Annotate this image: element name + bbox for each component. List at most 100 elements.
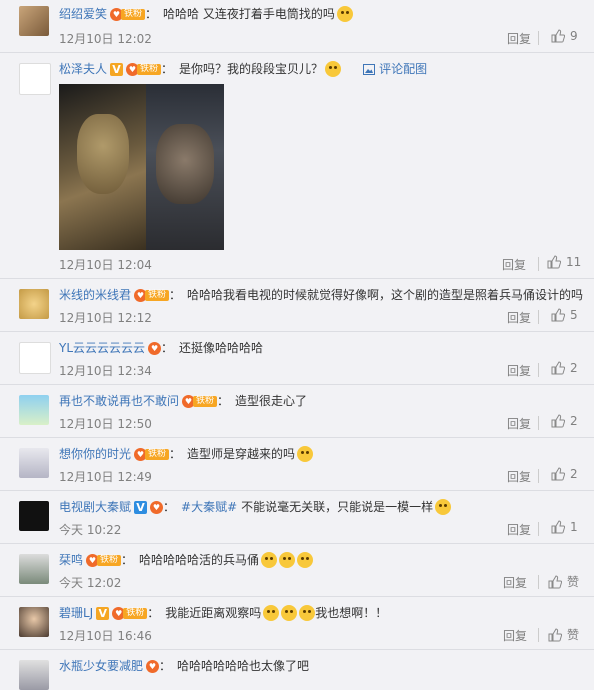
doge-emoji-icon <box>336 6 353 22</box>
heart-icon: ♥ <box>146 659 160 673</box>
comment-text: 造型师是穿越来的吗 <box>187 447 296 461</box>
avatar[interactable] <box>19 554 49 584</box>
fan-badge: ♥ <box>148 341 162 355</box>
heart-icon: ♥ <box>150 500 164 514</box>
timestamp: 今天 12:02 <box>59 576 122 590</box>
username[interactable]: 米线的米线君 <box>59 287 131 303</box>
username[interactable]: 栞鸣 <box>59 552 83 568</box>
comment-item: 碧珊LJ V ♥ 铁粉 ： 我能近距离观察吗 我也想啊！！ 12月10日 16:4… <box>0 597 594 650</box>
cry-emoji-icon <box>281 605 298 621</box>
timestamp: 12月10日 12:49 <box>59 470 152 484</box>
avatar[interactable] <box>19 607 49 637</box>
comment-item: 松泽夫人 V ♥ 铁粉 ： 是你吗？我的段段宝贝儿？ 评论配图 12月10日 12… <box>0 53 594 279</box>
like-button[interactable]: 1 <box>551 520 578 534</box>
laugh-emoji-icon <box>261 552 278 568</box>
username[interactable]: 水瓶少女要减肥 <box>59 658 143 674</box>
thumbs-up-icon <box>551 308 565 322</box>
timestamp: 12月10日 12:50 <box>59 417 152 431</box>
comment-item: 再也不敢说再也不敢问 ♥ 铁粉 ： 造型很走心了 12月10日 12:50 回复 … <box>0 385 594 438</box>
like-button[interactable]: 11 <box>547 255 581 269</box>
reply-button[interactable]: 回复 <box>507 30 531 47</box>
comment-photo[interactable] <box>59 84 224 250</box>
reply-button[interactable]: 回复 <box>507 415 531 432</box>
avatar[interactable] <box>19 289 49 319</box>
username[interactable]: 碧珊LJ <box>59 605 93 621</box>
reply-button[interactable]: 回复 <box>502 256 526 273</box>
avatar[interactable] <box>19 501 49 531</box>
cry-emoji-icon <box>299 605 316 621</box>
comment-text: 哈哈哈哈哈哈也太像了吧 <box>177 659 310 673</box>
reply-button[interactable]: 回复 <box>507 309 531 326</box>
fan-badge: ♥ 铁粉 <box>134 447 170 461</box>
comment-item: 绍绍爱笑 ♥ 铁粉 ： 哈哈哈 又连夜打着手电筒找的吗 12月10日 12:02 … <box>0 0 594 53</box>
avatar[interactable] <box>19 342 51 374</box>
fan-badge: ♥ 铁粉 <box>110 7 146 21</box>
fan-badge: ♥ <box>150 500 164 514</box>
fan-badge: ♥ 铁粉 <box>134 288 170 302</box>
fan-badge: ♥ 铁粉 <box>126 62 162 76</box>
comment-item: 米线的米线君 ♥ 铁粉 ： 哈哈哈我看电视的时候就觉得好像啊，这个剧的造型是照着兵… <box>0 279 594 332</box>
thumbs-up-icon <box>548 574 562 588</box>
comment-item: 想你你的时光 ♥ 铁粉 ： 造型师是穿越来的吗 12月10日 12:49 回复 2 <box>0 438 594 491</box>
comment-image-link[interactable]: 评论配图 <box>363 61 427 77</box>
avatar[interactable] <box>19 395 49 425</box>
avatar[interactable] <box>19 63 51 95</box>
comment-text: 哈哈哈我看电视的时候就觉得好像啊，这个剧的造型是照着兵马俑设计的吗 <box>187 288 584 302</box>
thumbs-up-icon <box>551 467 565 481</box>
fan-badge: ♥ 铁粉 <box>112 606 148 620</box>
avatar[interactable] <box>19 660 49 690</box>
image-icon <box>363 63 376 75</box>
comment-text: 造型很走心了 <box>235 394 308 408</box>
fan-badge: ♥ <box>146 659 160 673</box>
thumbs-up-icon <box>551 520 565 534</box>
timestamp: 12月10日 12:12 <box>59 311 152 325</box>
thumbs-up-icon <box>551 29 565 43</box>
comment-item: YL云云云云云云 ♥ ： 还挺像哈哈哈哈 12月10日 12:34 回复 2 <box>0 332 594 385</box>
comment-item: 电视剧大秦赋 V ♥ ： #大秦赋# 不能说毫无关联，只能说是一模一样 今天 1… <box>0 491 594 544</box>
comment-text: 哈哈哈哈哈活的兵马俑 <box>139 553 260 567</box>
laugh-emoji-icon <box>279 552 296 568</box>
like-button[interactable]: 2 <box>551 361 578 375</box>
comment-text: 不能说毫无关联，只能说是一模一样 <box>241 500 434 514</box>
reply-button[interactable]: 回复 <box>507 468 531 485</box>
timestamp: 12月10日 16:46 <box>59 629 152 643</box>
thumbs-up-icon <box>551 414 565 428</box>
like-button[interactable]: 9 <box>551 29 578 43</box>
like-button[interactable]: 5 <box>551 308 578 322</box>
doge-emoji-icon <box>435 499 452 515</box>
hashtag-link[interactable]: #大秦赋# <box>181 499 237 515</box>
comment-item: 水瓶少女要减肥 ♥ ： 哈哈哈哈哈哈也太像了吧 <box>0 650 594 690</box>
verified-icon: V <box>96 606 110 620</box>
like-button[interactable]: 2 <box>551 467 578 481</box>
username[interactable]: 想你你的时光 <box>59 446 131 462</box>
comment-text: 我能近距离观察吗 <box>165 606 262 620</box>
comment-text: 是你吗？我的段段宝贝儿？ <box>179 62 324 76</box>
avatar[interactable] <box>19 6 49 36</box>
like-button[interactable]: 2 <box>551 414 578 428</box>
username[interactable]: 再也不敢说再也不敢问 <box>59 393 179 409</box>
fan-badge: ♥ 铁粉 <box>86 553 122 567</box>
reply-button[interactable]: 回复 <box>507 521 531 538</box>
username[interactable]: 松泽夫人 <box>59 61 107 77</box>
username[interactable]: 绍绍爱笑 <box>59 6 107 22</box>
username[interactable]: YL云云云云云云 <box>59 340 145 356</box>
username[interactable]: 电视剧大秦赋 <box>59 499 131 515</box>
laugh-emoji-icon <box>297 446 314 462</box>
reply-button[interactable]: 回复 <box>503 574 527 591</box>
timestamp: 12月10日 12:34 <box>59 364 152 378</box>
thumbs-up-icon <box>547 255 561 269</box>
heart-icon: ♥ <box>148 341 162 355</box>
thumbs-up-icon <box>551 361 565 375</box>
avatar[interactable] <box>19 448 49 478</box>
thumbs-up-icon <box>548 627 562 641</box>
timestamp: 今天 10:22 <box>59 523 122 537</box>
comment-item: 栞鸣 ♥ 铁粉 ： 哈哈哈哈哈活的兵马俑 今天 12:02 回复 赞 <box>0 544 594 597</box>
reply-button[interactable]: 回复 <box>507 362 531 379</box>
like-button[interactable]: 赞 <box>548 626 579 643</box>
cry-emoji-icon <box>263 605 280 621</box>
comment-text-tail: 我也想啊！！ <box>315 606 388 620</box>
reply-button[interactable]: 回复 <box>503 627 527 644</box>
comment-text: 哈哈哈 又连夜打着手电筒找的吗 <box>163 7 335 21</box>
like-button[interactable]: 赞 <box>548 573 579 590</box>
timestamp: 12月10日 12:02 <box>59 32 152 46</box>
